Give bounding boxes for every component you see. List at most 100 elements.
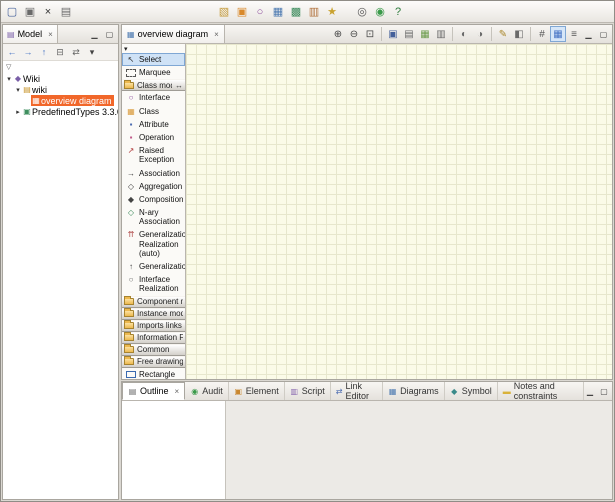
zoom-out-icon[interactable]: ⊖	[346, 26, 362, 42]
tab-notes-and-constraints[interactable]: ▬Notes and constraints	[498, 382, 584, 400]
palette-item-generalizatio-realization-auto[interactable]: ⇈Generalizatio... Realization (auto)	[122, 228, 185, 260]
aggregation-icon: ◇	[126, 182, 136, 191]
style-icon[interactable]: ◧	[511, 26, 527, 42]
print-icon[interactable]: ▤	[57, 3, 75, 21]
wizard-icon[interactable]: ★	[323, 3, 341, 21]
palette-item-raised-exception[interactable]: ↗Raised Exception	[122, 144, 185, 166]
close-icon[interactable]: ×	[48, 30, 53, 39]
create-matrix-icon[interactable]: ▩	[287, 3, 305, 21]
palette-item-rectangle[interactable]: Rectangle	[122, 368, 185, 379]
model-tree: ▾◆Wiki▾▤wiki▦overview diagram▸▣Predefine…	[3, 72, 118, 499]
twisty-expanded-icon[interactable]: ▾	[14, 86, 22, 94]
tab-audit[interactable]: ◉Audit	[185, 382, 229, 400]
interface-icon: ○	[126, 93, 136, 102]
minimize-icon[interactable]: ▁	[584, 385, 596, 398]
palette-item-label: Class	[139, 107, 159, 116]
palette-item-aggregation[interactable]: ◇Aggregation	[122, 180, 185, 193]
twisty-collapsed-icon[interactable]: ▸	[14, 108, 22, 116]
palette-section-instance-model[interactable]: Instance model	[122, 308, 185, 320]
nav-up-icon[interactable]: ↑	[36, 45, 52, 60]
generalization-icon: ↑	[126, 262, 136, 271]
palette-section-information-flo[interactable]: Information Flo...	[122, 332, 185, 344]
unmask-icon[interactable]: ◐	[456, 26, 472, 42]
palette-scroll-icon[interactable]: ↔	[175, 81, 183, 90]
minimize-icon[interactable]: ▁	[582, 28, 595, 41]
main-toolbar: ▢▣×▤▧▣○▦▩▥★◎◉?	[1, 1, 614, 23]
palette-item-class[interactable]: ▦Class	[122, 105, 185, 118]
tab-script[interactable]: ▥Script	[285, 382, 331, 400]
folder-icon	[124, 322, 134, 329]
tab-label: overview diagram	[138, 29, 209, 39]
help-icon[interactable]: ?	[389, 3, 407, 21]
palette-tool-marquee[interactable]: Marquee	[122, 66, 185, 79]
editor-body: ▾ ↖SelectMarqueeClass model↔○Interface▦C…	[122, 44, 612, 379]
view-menu-icon[interactable]: ▾	[84, 45, 100, 60]
maximize-icon[interactable]: ▢	[598, 385, 610, 398]
tab-overview-diagram[interactable]: ▦ overview diagram ×	[122, 25, 225, 43]
align-icon[interactable]: ≡	[566, 26, 582, 42]
tab-outline[interactable]: ▤Outline×	[122, 382, 185, 400]
snap-to-grid-icon[interactable]: ▦	[550, 26, 566, 42]
pencil-icon[interactable]: ✎	[495, 26, 511, 42]
show-grid-icon[interactable]: #	[534, 26, 550, 42]
tab-model[interactable]: ▤ Model ×	[3, 25, 58, 43]
palette-section-imports-links[interactable]: Imports links	[122, 320, 185, 332]
filter-dropdown-icon[interactable]: ▽	[6, 63, 11, 71]
create-class-icon[interactable]: ▣	[233, 3, 251, 21]
folder-icon	[124, 346, 134, 353]
audit-check-icon[interactable]: ◉	[371, 3, 389, 21]
mask-icon[interactable]: ◑	[472, 26, 488, 42]
palette-item-composition[interactable]: ◆Composition	[122, 193, 185, 206]
tab-symbol[interactable]: ◆Symbol	[445, 382, 498, 400]
palette-section-label: Component mo...	[137, 297, 183, 306]
tab-link-editor[interactable]: ⇄Link Editor	[331, 382, 383, 400]
save-diagram-icon[interactable]: ▣	[385, 26, 401, 42]
create-package-icon[interactable]: ▧	[215, 3, 233, 21]
outline-content[interactable]	[122, 401, 226, 499]
palette-section-common[interactable]: Common	[122, 344, 185, 356]
twisty-expanded-icon[interactable]: ▾	[5, 75, 13, 83]
palette-item-interface-realization[interactable]: ○Interface Realization	[122, 273, 185, 295]
palette-item-attribute[interactable]: ▪Attribute	[122, 118, 185, 131]
tree-item-predefinedtypes-3-3-00[interactable]: ▸▣PredefinedTypes 3.3.00	[3, 106, 118, 117]
palette-section-free-drawing[interactable]: Free drawing	[122, 356, 185, 368]
palette-item-association[interactable]: →Association	[122, 167, 185, 180]
tree-item-wiki[interactable]: ▾◆Wiki	[3, 73, 118, 84]
delete-icon[interactable]: ×	[39, 3, 57, 21]
create-diagram-icon[interactable]: ▦	[269, 3, 287, 21]
palette-collapse-icon[interactable]: ▾	[124, 45, 128, 53]
minimize-icon[interactable]: ▁	[88, 28, 101, 41]
diagram-canvas[interactable]	[186, 44, 612, 379]
toolbar-separator	[452, 27, 453, 41]
print-diagram-icon[interactable]: ▤	[401, 26, 417, 42]
tab-diagrams[interactable]: ▦Diagrams	[383, 382, 445, 400]
link-with-editor-icon[interactable]: ⇄	[68, 45, 84, 60]
create-document-icon[interactable]: ▥	[305, 3, 323, 21]
search-icon[interactable]: ◎	[353, 3, 371, 21]
predefinedtypes-3-3-00-icon: ▣	[22, 107, 32, 116]
zoom-in-icon[interactable]: ⊕	[330, 26, 346, 42]
palette-tool-select[interactable]: ↖Select	[122, 53, 185, 66]
palette-item-operation[interactable]: ▪Operation	[122, 131, 185, 144]
maximize-icon[interactable]: ▢	[103, 28, 116, 41]
export-image-icon[interactable]: ▦	[417, 26, 433, 42]
palette-item-n-ary-association[interactable]: ◇N-ary Association	[122, 206, 185, 228]
palette-item-generalization[interactable]: ↑Generalization	[122, 260, 185, 273]
collapse-all-icon[interactable]: ⊟	[52, 45, 68, 60]
tab-element[interactable]: ▣Element	[229, 382, 285, 400]
save-icon[interactable]: ▣	[21, 3, 39, 21]
close-icon[interactable]: ×	[175, 387, 180, 396]
zoom-fit-icon[interactable]: ⊡	[362, 26, 378, 42]
palette-section-component-mo[interactable]: Component mo...	[122, 296, 185, 308]
maximize-icon[interactable]: ▢	[597, 28, 610, 41]
close-icon[interactable]: ×	[214, 30, 219, 39]
create-interface-icon[interactable]: ○	[251, 3, 269, 21]
page-setup-icon[interactable]: ▥	[433, 26, 449, 42]
nav-forward-icon[interactable]: →	[20, 45, 36, 60]
nav-back-icon[interactable]: ←	[4, 45, 20, 60]
palette-section-class-model[interactable]: Class model↔	[122, 79, 185, 91]
palette-item-interface[interactable]: ○Interface	[122, 91, 185, 104]
tree-item-wiki[interactable]: ▾▤wiki	[3, 84, 118, 95]
new-model-icon[interactable]: ▢	[3, 3, 21, 21]
tree-item-overview-diagram[interactable]: ▦overview diagram	[3, 95, 118, 106]
